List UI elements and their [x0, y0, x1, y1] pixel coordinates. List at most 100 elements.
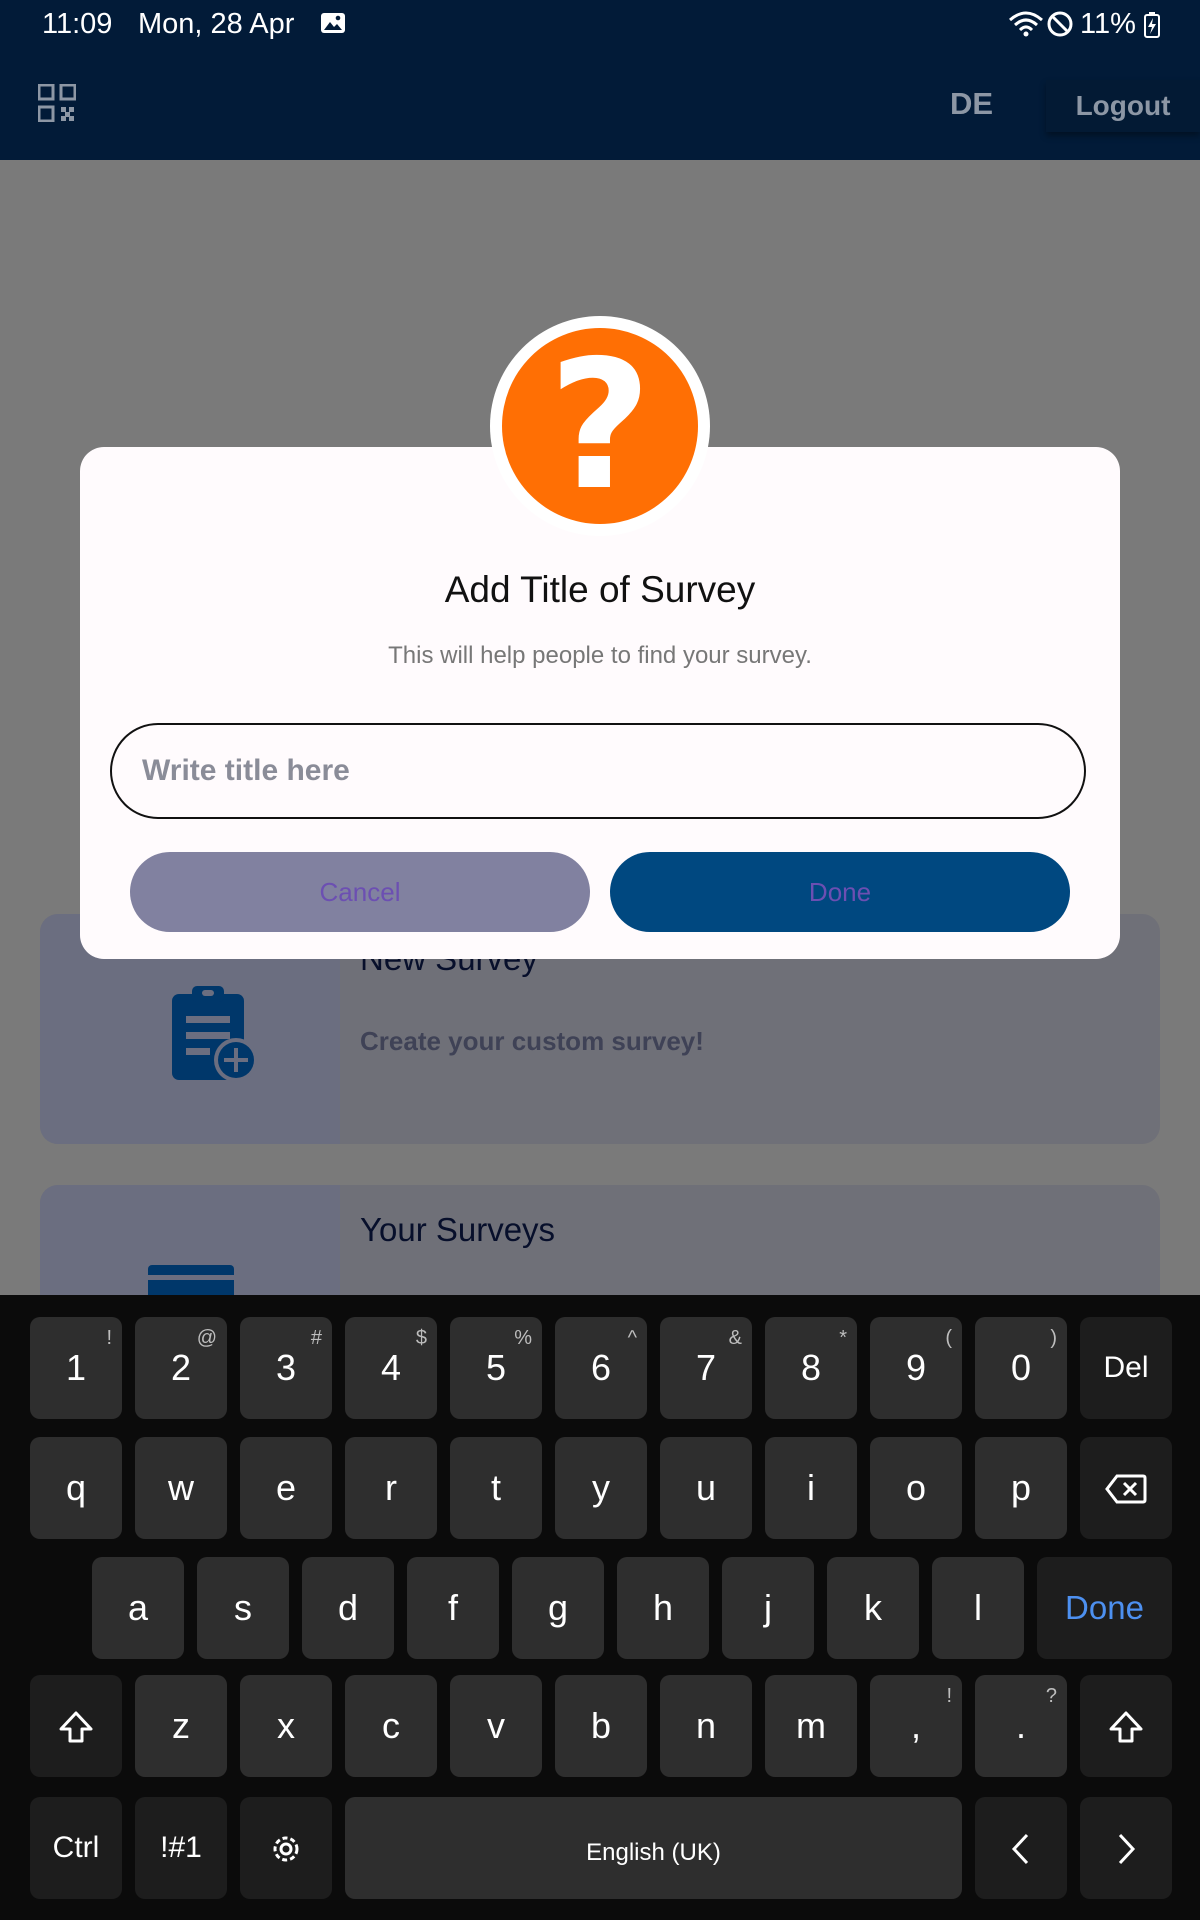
key-u[interactable]: u — [660, 1437, 752, 1539]
key-label: e — [275, 1467, 297, 1508]
key-i[interactable]: i — [765, 1437, 857, 1539]
key-r[interactable]: r — [345, 1437, 437, 1539]
question-mark-icon: ? — [502, 328, 698, 524]
key-comma[interactable]: ,! — [870, 1675, 962, 1777]
key-5[interactable]: 5% — [450, 1317, 542, 1419]
qr-code-icon[interactable] — [38, 84, 76, 122]
key-label: t — [490, 1467, 501, 1508]
key-label: 0 — [1010, 1347, 1032, 1388]
chevron-right-icon — [1118, 1834, 1136, 1865]
key-label: 2 — [170, 1347, 192, 1388]
key-label: 7 — [695, 1347, 717, 1388]
key-label: u — [695, 1467, 717, 1508]
key-label: s — [234, 1587, 252, 1628]
key-s[interactable]: s — [197, 1557, 289, 1659]
shift-icon — [1109, 1711, 1143, 1743]
question-mark-badge: ? — [490, 316, 710, 536]
key-2[interactable]: 2 @ — [135, 1317, 227, 1419]
key-label: 1 — [65, 1347, 87, 1388]
key-n[interactable]: n — [660, 1675, 752, 1777]
key-hint: ! — [946, 1685, 952, 1707]
key-4[interactable]: 4 $ — [345, 1317, 437, 1419]
keyboard-done-key[interactable]: Done — [1037, 1557, 1172, 1659]
key-3[interactable]: 3 # — [240, 1317, 332, 1419]
cursor-left-key[interactable] — [975, 1797, 1067, 1899]
survey-title-input[interactable] — [110, 723, 1086, 819]
key-d[interactable]: d — [302, 1557, 394, 1659]
key-label: f — [447, 1587, 458, 1628]
key-1[interactable]: 1! — [30, 1317, 122, 1419]
key-m[interactable]: m — [765, 1675, 857, 1777]
key-8[interactable]: 8 * — [765, 1317, 857, 1419]
key-l[interactable]: l — [932, 1557, 1024, 1659]
key-label: 6 — [590, 1347, 612, 1388]
key-p[interactable]: p — [975, 1437, 1067, 1539]
key-hint: ? — [1045, 1685, 1057, 1707]
gallery-notification-icon — [321, 13, 345, 33]
key-label: Del — [1103, 1351, 1149, 1384]
key-label: g — [547, 1587, 569, 1628]
key-x[interactable]: x — [240, 1675, 332, 1777]
ctrl-key[interactable]: Ctrl — [30, 1797, 122, 1899]
key-y[interactable]: y — [555, 1437, 647, 1539]
symbols-key[interactable]: !#1 — [135, 1797, 227, 1899]
language-toggle-button[interactable]: DE — [950, 86, 993, 122]
key-q[interactable]: q — [30, 1437, 122, 1539]
key-0[interactable]: 0) — [975, 1317, 1067, 1419]
key-f[interactable]: f — [407, 1557, 499, 1659]
key-label: . — [1015, 1705, 1026, 1746]
key-label: d — [337, 1587, 359, 1628]
key-b[interactable]: b — [555, 1675, 647, 1777]
on-screen-keyboard: 1! 2 @3 #4 $5% 6 ^ 7 & 8 * 9(0) Del q w e r t y u i o p a s d f g h j… — [0, 1295, 1200, 1920]
keyboard-settings-key[interactable] — [240, 1797, 332, 1899]
key-label: 4 — [380, 1347, 402, 1388]
key-h[interactable]: h — [617, 1557, 709, 1659]
key-label: 5 — [485, 1347, 507, 1388]
cancel-button[interactable]: Cancel — [130, 852, 590, 932]
key-label: c — [382, 1705, 400, 1746]
key-label: h — [652, 1587, 674, 1628]
key-v[interactable]: v — [450, 1675, 542, 1777]
key-w[interactable]: w — [135, 1437, 227, 1539]
key-label: 9 — [905, 1347, 927, 1388]
key-label: r — [385, 1467, 397, 1508]
shift-key-left[interactable] — [30, 1675, 122, 1777]
key-hint: $ — [415, 1327, 427, 1349]
key-hint: ( — [945, 1327, 952, 1349]
key-7[interactable]: 7 & — [660, 1317, 752, 1419]
backspace-icon — [1105, 1474, 1147, 1504]
cursor-right-key[interactable] — [1080, 1797, 1172, 1899]
key-z[interactable]: z — [135, 1675, 227, 1777]
key-c[interactable]: c — [345, 1675, 437, 1777]
key-label: q — [65, 1467, 87, 1508]
key-9[interactable]: 9( — [870, 1317, 962, 1419]
key-label: k — [864, 1587, 882, 1628]
key-label: m — [796, 1705, 826, 1746]
done-button[interactable]: Done — [610, 852, 1070, 932]
key-label: !#1 — [160, 1831, 202, 1864]
clipboard-add-icon — [172, 986, 258, 1082]
key-g[interactable]: g — [512, 1557, 604, 1659]
key-t[interactable]: t — [450, 1437, 542, 1539]
backspace-key[interactable] — [1080, 1437, 1172, 1539]
key-hint: ^ — [627, 1327, 637, 1349]
space-key[interactable]: English (UK) — [345, 1797, 962, 1899]
key-e[interactable]: e — [240, 1437, 332, 1539]
key-o[interactable]: o — [870, 1437, 962, 1539]
key-hint: ) — [1050, 1327, 1057, 1349]
key-j[interactable]: j — [722, 1557, 814, 1659]
dialog-subtitle: This will help people to find your surve… — [388, 642, 812, 669]
shift-key-right[interactable] — [1080, 1675, 1172, 1777]
battery-level: 11% — [1080, 8, 1136, 40]
key-k[interactable]: k — [827, 1557, 919, 1659]
key-hint: % — [514, 1327, 532, 1349]
key-hint: ! — [106, 1327, 112, 1349]
key-label: i — [807, 1467, 815, 1508]
delete-key[interactable]: Del — [1080, 1317, 1172, 1419]
key-label: b — [590, 1705, 612, 1746]
key-6[interactable]: 6 ^ — [555, 1317, 647, 1419]
logout-button[interactable]: Logout — [1046, 80, 1200, 132]
key-label: x — [277, 1705, 295, 1746]
key-a[interactable]: a — [92, 1557, 184, 1659]
key-period[interactable]: .? — [975, 1675, 1067, 1777]
